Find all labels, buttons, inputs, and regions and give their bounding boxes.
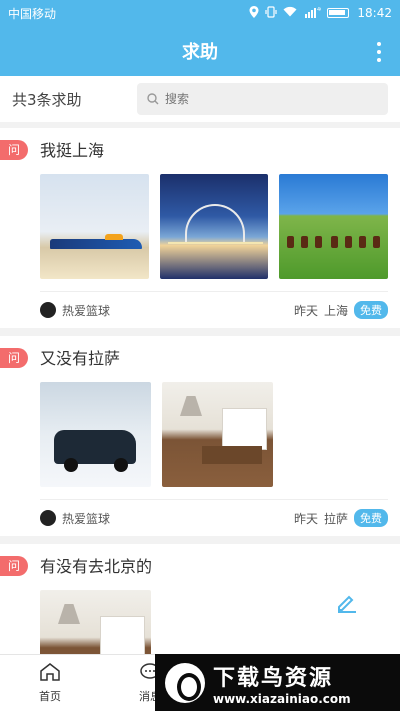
- free-badge: 免费: [354, 509, 388, 527]
- post-title: 又没有拉萨: [40, 349, 121, 368]
- search-icon: [147, 90, 159, 109]
- question-badge: 问: [0, 556, 28, 576]
- help-post-card[interactable]: 问 又没有拉萨 热爱篮球 昨天 拉萨 免费: [0, 336, 400, 536]
- horse-race-photo[interactable]: [279, 174, 389, 279]
- vibrate-icon: [265, 5, 278, 21]
- brand-logo: [165, 662, 205, 703]
- status-icons: 4G: [249, 5, 350, 21]
- post-meta: 热爱篮球 昨天 拉萨 免费: [40, 499, 388, 536]
- page-title: 求助: [182, 42, 218, 63]
- clock: 18:42: [357, 6, 392, 20]
- post-time: 昨天: [293, 303, 318, 318]
- app-header: 求助: [0, 26, 400, 76]
- post-location: 上海: [323, 303, 348, 318]
- tab-home[interactable]: 首页: [0, 655, 100, 711]
- arch-bridge-night-photo[interactable]: [159, 174, 269, 279]
- post-title: 有没有去北京的: [40, 557, 153, 576]
- search-row: 共3条求助: [0, 76, 400, 122]
- location-icon: [249, 5, 259, 21]
- compose-edit-icon[interactable]: [335, 590, 359, 614]
- network-type-label: 4G: [317, 7, 321, 13]
- help-count-label: 共3条求助: [12, 90, 82, 109]
- help-post-card[interactable]: 问 我挺上海 热爱篮球 昨天 上海 免费: [0, 128, 400, 328]
- post-username[interactable]: 热爱篮球: [62, 302, 294, 319]
- post-title: 我挺上海: [40, 141, 105, 160]
- free-badge: 免费: [354, 301, 388, 319]
- post-meta: 热爱篮球 昨天 上海 免费: [40, 291, 388, 328]
- search-input[interactable]: [165, 92, 378, 106]
- avatar[interactable]: [40, 302, 56, 318]
- question-badge: 问: [0, 140, 28, 160]
- tab-home-label: 首页: [39, 690, 61, 703]
- battery-icon: [327, 8, 350, 18]
- kitchen-interior-photo[interactable]: [162, 382, 273, 487]
- home-icon: [39, 662, 61, 685]
- question-badge: 问: [0, 348, 28, 368]
- status-bar: 中国移动 4G 18:42: [0, 0, 400, 26]
- signal-icon: 4G: [303, 6, 325, 21]
- watermark-banner: 下载鸟资源 www.xiazainiao.com: [155, 654, 400, 711]
- watermark-brand: 下载鸟资源: [213, 665, 334, 691]
- carrier-name: 中国移动: [8, 6, 57, 21]
- rocket-car-photo[interactable]: [40, 174, 149, 279]
- jeep-in-snow-photo[interactable]: [40, 382, 151, 487]
- more-menu-icon[interactable]: [376, 42, 382, 62]
- help-feed: 问 我挺上海 热爱篮球 昨天 上海 免费 问 又没有拉萨 热爱篮球 昨天 拉萨 …: [0, 128, 400, 703]
- search-box[interactable]: [137, 83, 388, 115]
- post-username[interactable]: 热爱篮球: [62, 510, 294, 527]
- post-images: [40, 174, 389, 279]
- avatar[interactable]: [40, 510, 56, 526]
- post-time: 昨天: [293, 511, 318, 526]
- post-images: [40, 382, 388, 487]
- post-location: 拉萨: [323, 511, 348, 526]
- watermark-url: www.xiazainiao.com: [213, 691, 351, 706]
- wifi-icon: [283, 6, 297, 20]
